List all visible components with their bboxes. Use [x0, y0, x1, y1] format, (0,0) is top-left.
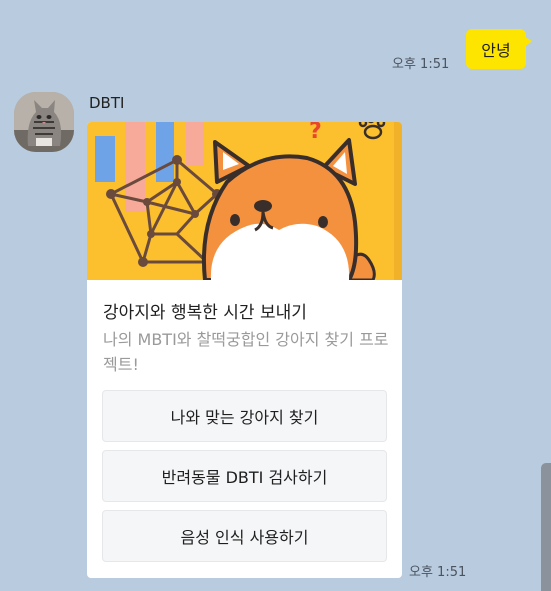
- find-matching-dog-button[interactable]: 나와 맞는 강아지 찾기: [102, 390, 387, 442]
- card-description: 나의 MBTI와 찰떡궁합인 강아지 찾기 프로젝트!: [103, 330, 389, 374]
- chat-scrollbar[interactable]: [541, 463, 551, 591]
- message-card: ? 강아지와 행복한 시간 보내기 나의 MBTI와 찰떡궁합인 강아지 찾기 …: [87, 122, 402, 578]
- bot-name: DBTI: [89, 94, 125, 112]
- svg-text:?: ?: [309, 122, 322, 144]
- my-message-time: 오후 1:51: [392, 57, 450, 72]
- my-message-bubble[interactable]: 안녕: [466, 29, 532, 69]
- pet-dbti-test-button[interactable]: 반려동물 DBTI 검사하기: [102, 450, 387, 502]
- card-title: 강아지와 행복한 시간 보내기: [103, 303, 307, 323]
- bot-avatar[interactable]: [14, 92, 74, 152]
- shiba-dog-banner-icon: ?: [87, 122, 402, 280]
- bot-message-time: 오후 1:51: [409, 565, 467, 580]
- voice-recognition-button[interactable]: 음성 인식 사용하기: [102, 510, 387, 562]
- cat-avatar-icon: [14, 92, 74, 152]
